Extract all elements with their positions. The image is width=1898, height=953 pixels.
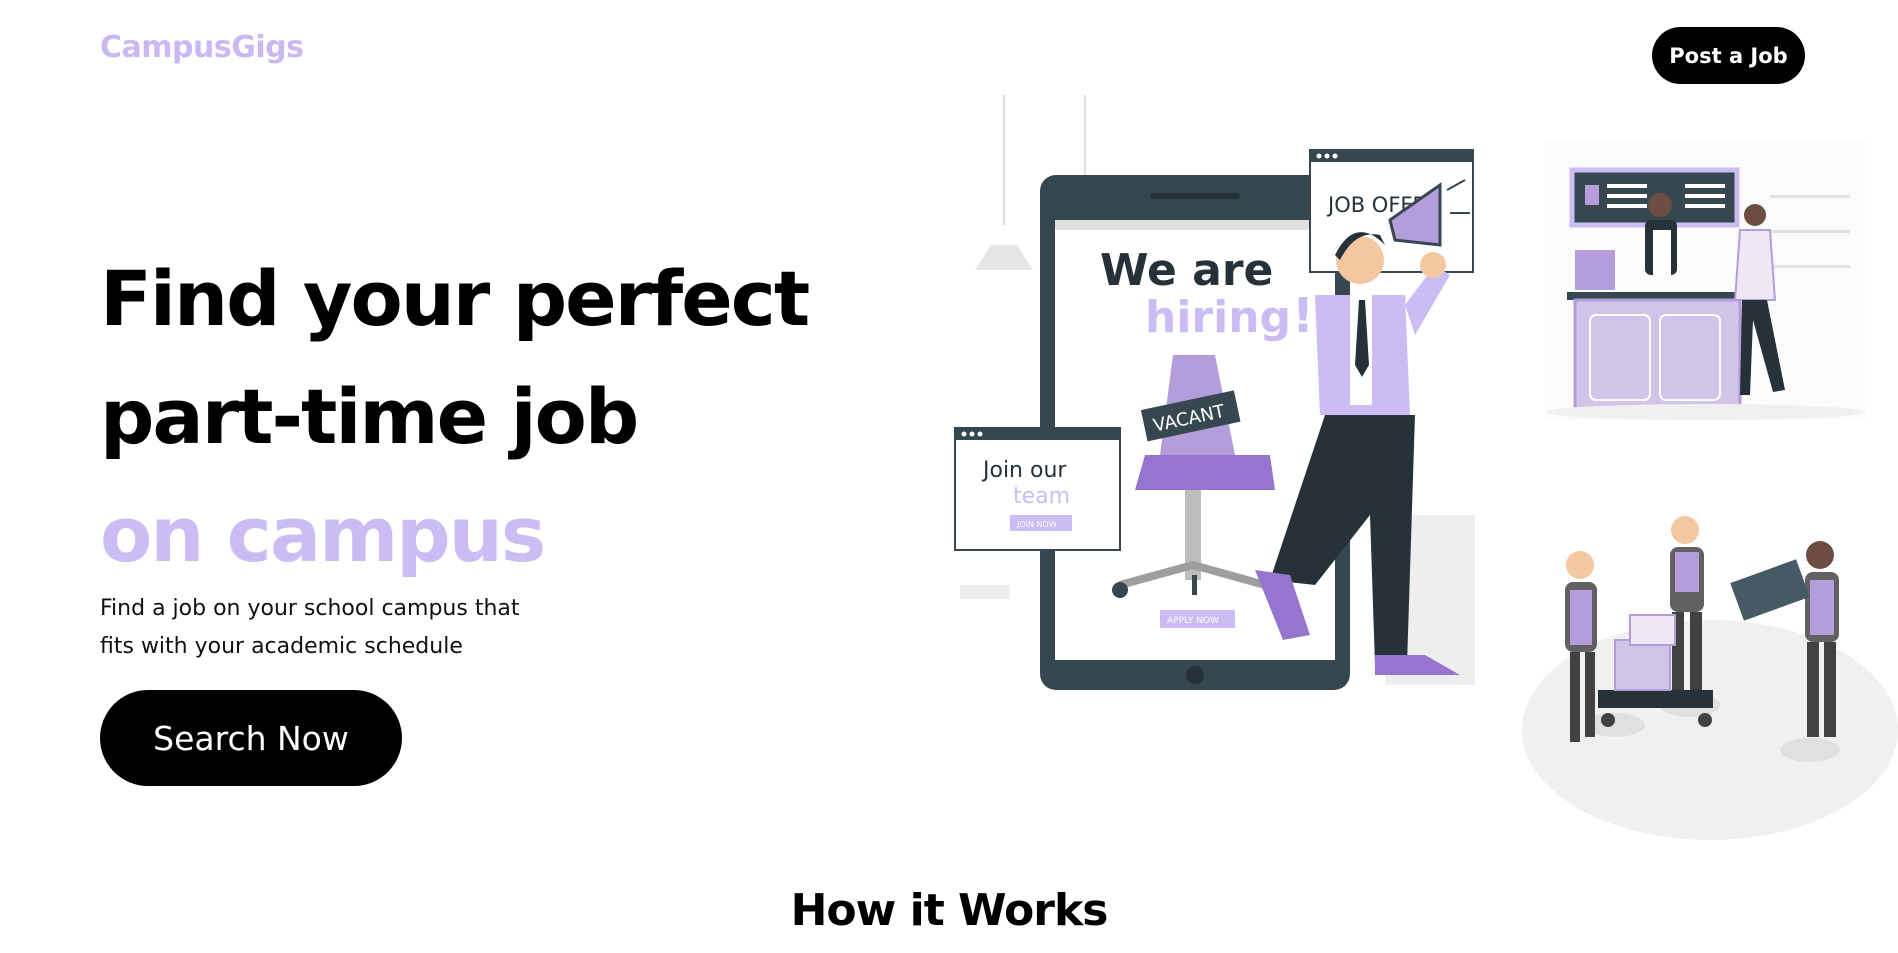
logo[interactable]: CampusGigs — [100, 30, 304, 65]
search-now-button[interactable]: Search Now — [100, 690, 402, 786]
exclaim-text: ! — [1292, 288, 1314, 344]
hero-title-line-2: part-time job — [100, 372, 639, 461]
hiring-illustration: We are hiring ! VACANT APPLY NOW Join ou… — [954, 95, 1475, 690]
hero-subtitle-line-2: fits with your academic schedule — [100, 634, 463, 659]
apply-now-text: APPLY NOW — [1167, 616, 1219, 626]
hero-title: Find your perfect part-time job on campu… — [100, 240, 820, 594]
hero-title-accent: on campus — [100, 490, 546, 579]
team-text: team — [1013, 484, 1070, 509]
hiring-text: hiring — [1145, 292, 1291, 343]
join-our-text: Join our — [981, 458, 1067, 483]
hero-title-line-1: Find your perfect — [100, 254, 810, 343]
post-job-button[interactable]: Post a Job — [1652, 27, 1805, 84]
join-now-text: JOIN NOW — [1016, 520, 1057, 529]
how-it-works-title: How it Works — [790, 885, 1109, 936]
cafe-illustration — [1545, 140, 1865, 420]
warehouse-illustration — [1522, 516, 1898, 840]
hero-subtitle-line-1: Find a job on your school campus that — [100, 596, 520, 621]
we-are-text: We are — [1100, 245, 1273, 296]
hero-subtitle: Find a job on your school campus that fi… — [100, 590, 570, 666]
